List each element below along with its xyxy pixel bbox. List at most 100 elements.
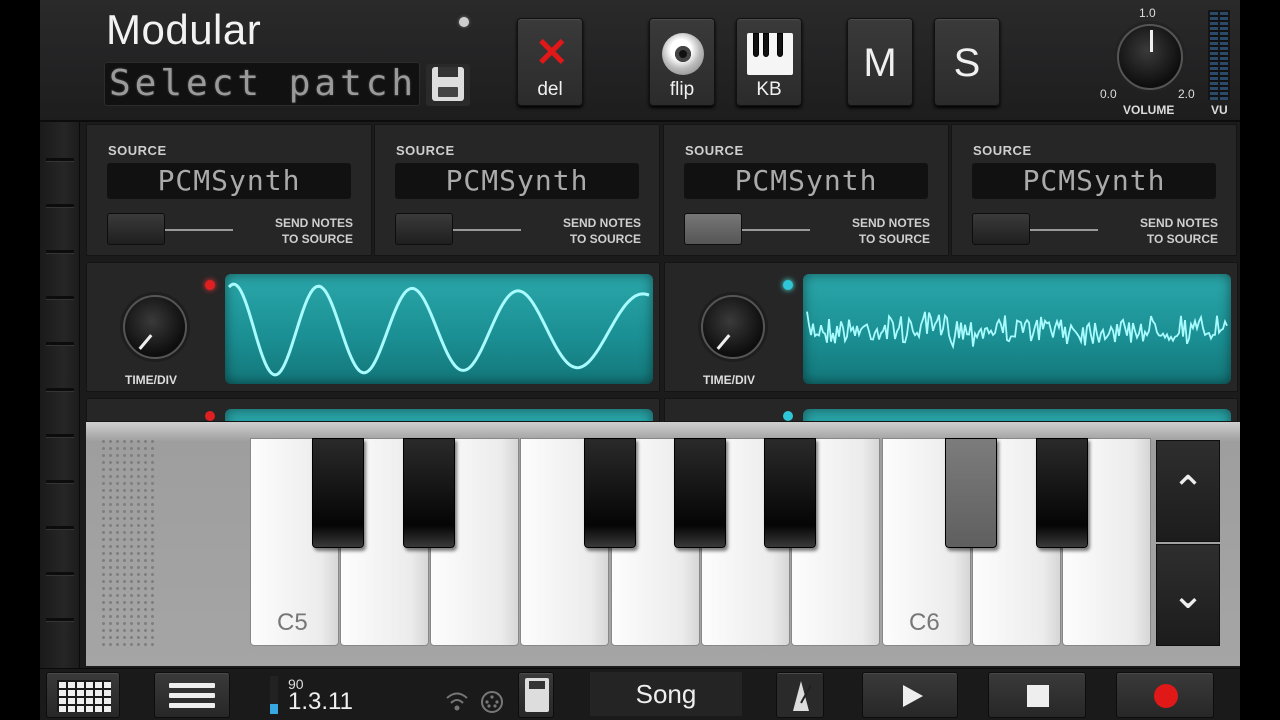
send-notes-line2: TO SOURCE (858, 232, 930, 246)
transport-level-fill (270, 704, 278, 714)
flip-button[interactable]: flip (649, 18, 715, 106)
send-notes-label: SEND NOTES TO SOURCE (263, 215, 353, 247)
rail-tick (46, 434, 74, 438)
scope-led (205, 411, 215, 421)
source-label: SOURCE (685, 143, 744, 158)
time-div-knob[interactable] (123, 295, 187, 359)
black-key[interactable] (584, 438, 636, 548)
metronome-icon (793, 681, 812, 711)
metronome-button[interactable] (776, 672, 824, 718)
play-button[interactable] (862, 672, 958, 718)
volume-knob[interactable] (1117, 24, 1183, 90)
flip-button-label: flip (669, 79, 695, 100)
delete-button[interactable]: ✕ del (517, 18, 583, 106)
vu-bar-left (1210, 12, 1218, 100)
oscilloscope-panel (86, 398, 660, 422)
solo-button-label: S (953, 41, 981, 85)
speaker-grille (100, 438, 156, 650)
waveform-path (227, 282, 650, 377)
source-panel: SOURCE PCMSynth SEND NOTES TO SOURCE (663, 124, 949, 256)
menu-button[interactable] (154, 672, 230, 718)
record-icon (1154, 684, 1178, 708)
note-label-c6: C6 (909, 609, 940, 636)
octave-down-button[interactable]: ⌄ (1156, 544, 1220, 646)
source-display[interactable]: PCMSynth (107, 163, 351, 199)
send-notes-toggle[interactable] (395, 213, 453, 245)
scope-screen (225, 409, 653, 421)
play-icon (903, 685, 923, 707)
send-notes-toggle[interactable] (107, 213, 165, 245)
piano-keyboard: C5 C6 (250, 438, 1154, 646)
volume-knob-indicator (1150, 30, 1153, 52)
scope-screen (225, 274, 653, 384)
rail-tick (46, 480, 74, 484)
song-position: 1.3.11 (288, 688, 353, 715)
rail-tick (46, 250, 74, 254)
scope-led (783, 411, 793, 421)
note-label-c5: C5 (277, 609, 308, 636)
black-key[interactable] (312, 438, 364, 548)
scope-led (205, 280, 215, 290)
mute-button[interactable]: M (847, 18, 913, 106)
source-display[interactable]: PCMSynth (684, 163, 928, 199)
keyboard-button[interactable]: KB (736, 18, 802, 106)
black-key-pressed[interactable] (945, 438, 997, 548)
delete-icon: ✕ (535, 31, 569, 75)
send-notes-toggle[interactable] (972, 213, 1030, 245)
grid-icon (57, 680, 111, 712)
rail-tick (46, 526, 74, 530)
time-div-knob[interactable] (701, 295, 765, 359)
grid-button[interactable] (46, 672, 120, 718)
knob-indicator (138, 334, 153, 350)
black-key[interactable] (764, 438, 816, 548)
volume-scale-mid: 1.0 (1139, 6, 1156, 20)
menu-icon-line (169, 703, 215, 708)
source-display[interactable]: PCMSynth (395, 163, 639, 199)
send-notes-toggle[interactable] (684, 213, 742, 245)
send-notes-label: SEND NOTES TO SOURCE (551, 215, 641, 247)
rail-tick (46, 388, 74, 392)
vu-label: VU (1211, 103, 1228, 117)
solo-button[interactable]: S (934, 18, 1000, 106)
rail-tick (46, 618, 74, 622)
keyboard-icon-key (763, 33, 769, 57)
midi-icon (481, 691, 503, 713)
rail-tick (46, 342, 74, 346)
status-led (459, 17, 469, 27)
black-key[interactable] (403, 438, 455, 548)
patch-select-display[interactable]: Select patch (104, 62, 420, 106)
modular-app: Modular Select patch ✕ del flip KB M S 1… (40, 0, 1240, 720)
keyboard-icon-key (777, 33, 783, 57)
stop-button[interactable] (988, 672, 1086, 718)
save-icon[interactable] (426, 64, 470, 106)
jack-icon (662, 33, 704, 75)
black-key[interactable] (1036, 438, 1088, 548)
record-button[interactable] (1116, 672, 1214, 718)
knob-indicator (716, 334, 731, 350)
time-div-label: TIME/DIV (125, 373, 178, 387)
vu-meter (1208, 10, 1230, 100)
send-notes-line2: TO SOURCE (569, 232, 641, 246)
save-icon-slot (438, 67, 458, 77)
song-button[interactable]: Song (590, 672, 742, 716)
black-key[interactable] (674, 438, 726, 548)
app-title: Modular (106, 6, 262, 53)
stop-icon (1027, 685, 1049, 707)
source-panel: SOURCE PCMSynth SEND NOTES TO SOURCE (86, 124, 372, 256)
rail-tick (46, 296, 74, 300)
waveform-path (806, 311, 1228, 350)
send-notes-line1: SEND NOTES (1139, 216, 1218, 230)
menu-icon-line (169, 683, 215, 688)
rail-tick (46, 572, 74, 576)
delete-button-label: del (537, 79, 563, 100)
save-song-button[interactable] (518, 672, 554, 718)
scope-screen (803, 409, 1231, 421)
keyboard-icon-key (753, 33, 759, 57)
save-icon-slot (529, 681, 545, 689)
wifi-icon (446, 692, 468, 711)
time-div-label: TIME/DIV (703, 373, 756, 387)
source-display[interactable]: PCMSynth (972, 163, 1216, 199)
source-panel: SOURCE PCMSynth SEND NOTES TO SOURCE (374, 124, 660, 256)
volume-scale-min: 0.0 (1100, 87, 1117, 101)
octave-up-button[interactable]: ⌃ (1156, 440, 1220, 542)
